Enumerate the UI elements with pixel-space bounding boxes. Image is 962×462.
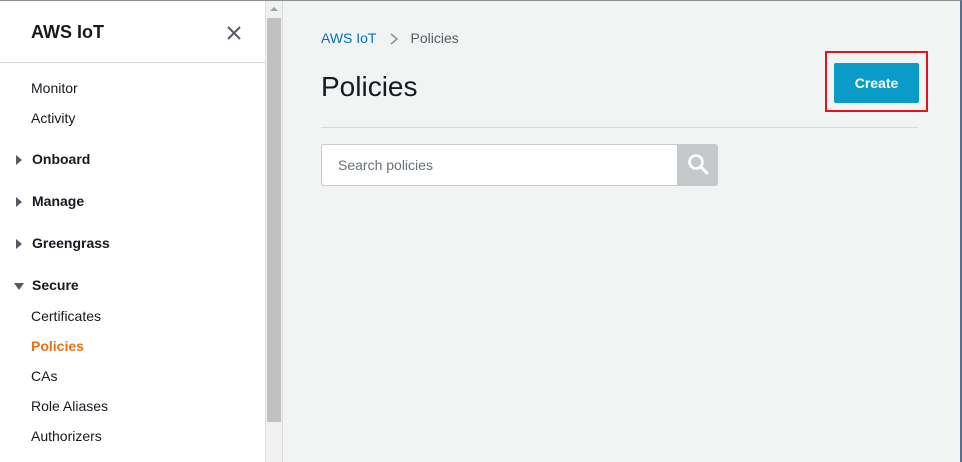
caret-right-icon (13, 237, 25, 249)
sidebar-group-label: Manage (32, 193, 85, 209)
caret-right-icon (13, 153, 25, 165)
breadcrumb: AWS IoT Policies (321, 30, 459, 46)
sidebar-item-activity[interactable]: Activity (31, 110, 75, 126)
sidebar-scrollbar[interactable] (265, 1, 282, 462)
search-bar (321, 144, 718, 186)
sidebar-group-manage[interactable]: Manage (13, 193, 84, 209)
sidebar: AWS IoT Monitor Activity Onboard Manage … (0, 1, 265, 462)
scrollbar-thumb[interactable] (267, 18, 281, 422)
sidebar-group-label: Greengrass (32, 235, 110, 251)
sidebar-group-label: Onboard (32, 151, 91, 167)
create-button[interactable]: Create (834, 63, 919, 103)
scroll-up-icon[interactable] (266, 1, 282, 17)
sidebar-group-label: Secure (32, 277, 79, 293)
page-title: Policies (321, 71, 418, 102)
search-button[interactable] (677, 144, 718, 186)
sidebar-item-cas[interactable]: CAs (31, 368, 57, 384)
sidebar-item-monitor[interactable]: Monitor (31, 80, 78, 96)
sidebar-header: AWS IoT (0, 1, 265, 63)
sidebar-item-authorizers[interactable]: Authorizers (31, 428, 102, 444)
breadcrumb-current: Policies (410, 30, 459, 46)
sidebar-group-greengrass[interactable]: Greengrass (13, 235, 110, 251)
sidebar-title: AWS IoT (31, 22, 104, 42)
close-icon[interactable] (222, 21, 246, 45)
breadcrumb-link-root[interactable]: AWS IoT (321, 30, 377, 46)
caret-down-icon (13, 279, 25, 291)
caret-right-icon (13, 195, 25, 207)
sidebar-item-certificates[interactable]: Certificates (31, 308, 101, 324)
header-divider (321, 127, 918, 128)
sidebar-group-secure[interactable]: Secure (13, 277, 79, 293)
main-content: AWS IoT Policies Policies Create (282, 1, 960, 462)
sidebar-item-policies[interactable]: Policies (31, 338, 84, 354)
sidebar-group-onboard[interactable]: Onboard (13, 151, 90, 167)
search-input[interactable] (321, 144, 677, 186)
chevron-right-icon (389, 32, 399, 45)
sidebar-item-role-aliases[interactable]: Role Aliases (31, 398, 108, 414)
search-icon (687, 153, 709, 178)
